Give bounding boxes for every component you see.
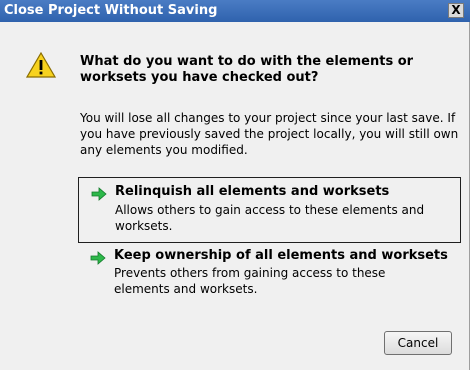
command-title: Keep ownership of all elements and works… [114, 248, 448, 263]
green-arrow-icon [90, 251, 106, 265]
command-description: Allows others to gain access to these el… [115, 203, 425, 233]
relinquish-command-link[interactable]: Relinquish all elements and worksets All… [78, 177, 461, 243]
dialog-window: Close Project Without Saving X What do y… [0, 0, 470, 370]
dialog-title: Close Project Without Saving [4, 3, 218, 18]
title-bar: Close Project Without Saving X [0, 0, 470, 22]
command-description: Prevents others from gaining access to t… [114, 266, 386, 296]
close-button[interactable]: X [448, 3, 464, 18]
warning-icon [26, 52, 56, 78]
command-title: Relinquish all elements and worksets [115, 184, 390, 199]
green-arrow-icon [91, 187, 107, 201]
content-text: You will lose all changes to your projec… [80, 111, 459, 157]
keep-ownership-command-link[interactable]: Keep ownership of all elements and works… [78, 244, 461, 304]
cancel-button[interactable]: Cancel [384, 331, 452, 355]
close-icon: X [451, 3, 461, 17]
main-instruction: What do you want to do with the elements… [80, 54, 414, 85]
